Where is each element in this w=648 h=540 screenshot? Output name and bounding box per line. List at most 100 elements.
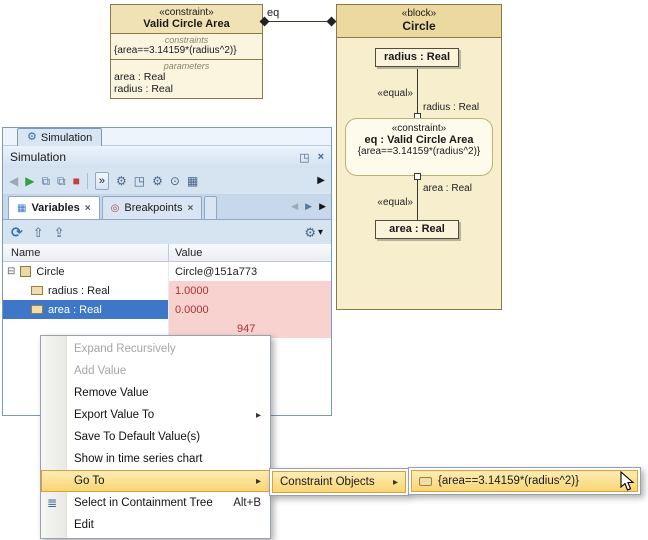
menu-item-add-value[interactable]: Add Value [41,360,270,382]
binding-connector-bottom[interactable] [417,180,418,220]
radius-parameter-label: radius : Real [423,102,479,113]
parameters-compartment: parameters area : Real radius : Real [111,60,262,98]
settings-gear-icon[interactable]: ⚙ [116,175,127,187]
column-header-name[interactable]: Name [3,244,169,261]
step-into-icon[interactable]: ⧉ [41,175,50,187]
connector-diamond-right-icon [327,17,337,27]
binding-connector-top[interactable] [417,67,418,116]
value-property-icon [31,305,43,314]
part-area-label: area : Real [389,223,445,235]
menu-item-go-to[interactable]: Go To ▸ [41,470,270,492]
tree-expander-icon[interactable]: ⊟ [7,266,15,277]
parameters-compartment-label: parameters [114,61,259,71]
table-row-circle[interactable]: ⊟ Circle Circle@151a773 [3,262,331,281]
float-window-icon[interactable]: ◳ [299,151,309,164]
context-menu: Expand Recursively Add Value Remove Valu… [40,335,271,539]
variables-grid-header: Name Value [3,244,331,262]
watch-icon[interactable]: ⊙ [170,175,180,187]
close-window-icon[interactable]: × [318,151,324,163]
dock-tab-simulation[interactable]: ⚙ Simulation [17,128,102,146]
toolbar-overflow-icon[interactable]: ▶ [317,176,325,186]
toolbar-separator [87,173,88,189]
menu-shortcut: Alt+B [233,497,261,509]
menu-item-select-in-containment-tree[interactable]: ≣ Select in Containment Tree Alt+B [41,492,270,514]
row-value[interactable]: 1.0000 [169,281,331,300]
submenu-item-constraint-expression[interactable]: {area==3.14159*(radius^2)} [411,470,638,492]
view-options-gear-icon[interactable]: ⚙ [304,226,316,239]
menu-item-edit[interactable]: Edit [41,514,270,536]
menu-item-show-in-time-series-chart[interactable]: Show in time series chart [41,448,270,470]
constraints-compartment: constraints {area==3.14159*(radius^2)} [111,34,262,60]
table-view-icon[interactable]: ▦ [187,175,198,187]
scroll-tabs-right-icon[interactable]: ▶ [305,201,312,212]
row-name: area : Real [48,304,102,316]
parameter-radius: radius : Real [114,83,259,95]
block-stereotype: «block» [337,8,501,19]
constraint-block-header: «constraint» Valid Circle Area [111,5,262,34]
stop-icon[interactable]: ■ [73,175,80,187]
export-value-icon[interactable]: ⇧ [33,226,44,239]
eq-connector[interactable] [264,21,336,22]
constraint-object-icon [419,477,432,486]
column-header-value[interactable]: Value [169,244,331,261]
equal-stereotype-bottom: «equal» [341,197,413,208]
options-gear-icon[interactable]: ⚙ [152,175,163,187]
constraint-expression: {area==3.14159*(radius^2)} [114,45,259,56]
constraint-property-eq[interactable]: «constraint» eq : Valid Circle Area {are… [345,118,493,176]
row-name: Circle [36,266,64,278]
breakpoints-tab-close-icon[interactable]: × [187,203,193,214]
scroll-tabs-left-icon[interactable]: ◀ [291,201,298,212]
constraints-compartment-label: constraints [114,35,259,45]
equal-stereotype-top: «equal» [341,88,413,99]
row-value[interactable]: 0.0000 [169,300,331,319]
variables-toolbar: ⟳ ⇧ ⇪ ⚙ ▾ [3,220,331,244]
row-value[interactable]: Circle@151a773 [169,262,331,281]
tab-list-icon[interactable]: ▶ [319,201,326,212]
eq-connector-label: eq [267,7,279,19]
tab-breakpoints[interactable]: ◎ Breakpoints × [102,196,203,219]
connector-end-square-bottom-icon [414,173,421,180]
menu-item-save-to-default-values[interactable]: Save To Default Value(s) [41,426,270,448]
constraint-block-valid-circle-area[interactable]: «constraint» Valid Circle Area constrain… [110,4,263,99]
screen: «constraint» Valid Circle Area constrain… [0,0,648,540]
pane-tab-bar: ▦ Variables × ◎ Breakpoints × ◀ ▶ ▶ [3,195,331,220]
parameter-area: area : Real [114,71,259,83]
part-property-radius[interactable]: radius : Real [375,48,459,67]
menu-item-expand-recursively[interactable]: Expand Recursively [41,338,270,360]
run-icon[interactable]: ▶ [25,175,34,187]
table-row-area-selected[interactable]: area : Real 0.0000 [3,300,331,319]
block-circle[interactable]: «block» Circle radius : Real «equal» rad… [336,4,502,310]
constraint-property-stereotype: «constraint» [346,123,492,134]
menu-item-export-value-to[interactable]: Export Value To ▸ [41,404,270,426]
table-row-radius[interactable]: radius : Real 1.0000 [3,281,331,300]
row-name: radius : Real [48,285,110,297]
constraint-objects-submenu: {area==3.14159*(radius^2)} [408,467,641,495]
submenu-arrow-icon: ▸ [256,476,261,487]
expand-toolbar-icon[interactable]: » [95,172,109,190]
block-circle-header: «block» Circle [337,5,501,38]
menu-item-remove-value[interactable]: Remove Value [41,382,270,404]
refresh-icon[interactable]: ⟳ [11,225,23,239]
step-over-icon[interactable]: ⧉ [57,175,66,187]
part-radius-label: radius : Real [384,51,450,63]
containment-tree-icon: ≣ [47,496,57,510]
back-icon[interactable]: ◀ [9,175,18,187]
ui-layout-icon[interactable]: ◳ [134,175,145,187]
simulation-titlebar[interactable]: Simulation ◳ × [3,146,331,168]
submenu-item-constraint-objects[interactable]: Constraint Objects ▸ [272,471,406,493]
constraint-block-name: Valid Circle Area [113,18,260,30]
export-all-icon[interactable]: ⇪ [54,226,65,239]
mouse-cursor [620,471,635,492]
simulation-gear-icon: ⚙ [27,132,37,143]
tab-variables[interactable]: ▦ Variables × [8,196,100,219]
constraint-property-expression: {area==3.14159*(radius^2)} [346,146,492,157]
variables-tab-label: Variables [31,202,79,214]
view-options-caret-icon[interactable]: ▾ [318,227,323,238]
submenu-arrow-icon: ▸ [393,477,398,488]
dock-tab-bar: ⚙ Simulation [3,128,331,146]
simulation-toolbar: ◀ ▶ ⧉ ⧉ ■ » ⚙ ◳ ⚙ ⊙ ▦ ▶ [3,168,331,195]
block-name: Circle [337,19,501,33]
tab-partial[interactable] [204,196,217,219]
part-property-area[interactable]: area : Real [375,220,459,239]
variables-tab-close-icon[interactable]: × [85,203,91,214]
